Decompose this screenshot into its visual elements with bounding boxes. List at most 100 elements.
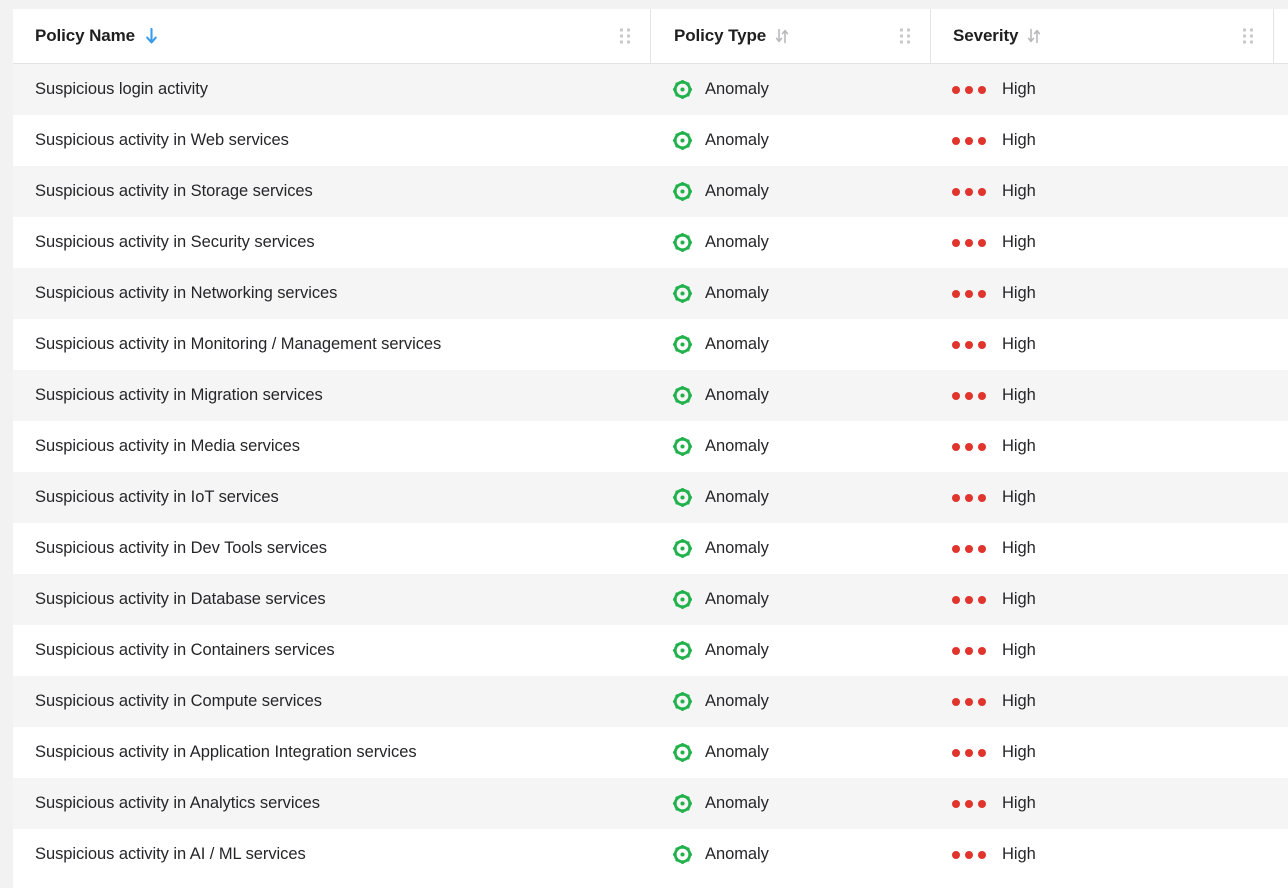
table-row[interactable]: Suspicious activity in Analytics service…	[13, 778, 1288, 829]
cell-severity: High	[930, 166, 1274, 217]
policy-type-text: Anomaly	[705, 488, 769, 506]
table-row[interactable]: Suspicious activity in Storage services …	[13, 166, 1288, 217]
policy-type-text: Anomaly	[705, 284, 769, 302]
cell-policy-type: Anomaly	[650, 64, 930, 115]
cell-policy-name[interactable]: Suspicious activity in Database services	[13, 574, 650, 625]
table-body: Suspicious login activity Anomaly High S…	[13, 64, 1288, 880]
severity-text: High	[1002, 386, 1036, 404]
policy-table: Policy Name Policy Type Severity Suspici…	[13, 9, 1288, 888]
cell-policy-name[interactable]: Suspicious activity in Monitoring / Mana…	[13, 319, 650, 370]
sort-updown-icon[interactable]	[775, 28, 789, 44]
severity-dots-icon	[952, 850, 986, 859]
policy-name-text: Suspicious login activity	[35, 80, 208, 98]
cell-severity: High	[930, 472, 1274, 523]
cell-policy-type: Anomaly	[650, 625, 930, 676]
drag-handle-icon[interactable]	[900, 28, 910, 44]
column-header-severity[interactable]: Severity	[930, 9, 1274, 63]
anomaly-atom-icon	[673, 80, 692, 99]
cell-policy-name[interactable]: Suspicious activity in Migration service…	[13, 370, 650, 421]
policy-type-text: Anomaly	[705, 641, 769, 659]
cell-policy-type: Anomaly	[650, 319, 930, 370]
cell-policy-type: Anomaly	[650, 574, 930, 625]
column-header-policy-type[interactable]: Policy Type	[650, 9, 930, 63]
severity-text: High	[1002, 233, 1036, 251]
severity-text: High	[1002, 335, 1036, 353]
severity-dots-icon	[952, 697, 986, 706]
table-row[interactable]: Suspicious activity in Application Integ…	[13, 727, 1288, 778]
drag-handle-icon[interactable]	[1243, 28, 1253, 44]
cell-policy-type: Anomaly	[650, 727, 930, 778]
table-row[interactable]: Suspicious activity in Dev Tools service…	[13, 523, 1288, 574]
table-row[interactable]: Suspicious activity in Web services Anom…	[13, 115, 1288, 166]
cell-severity: High	[930, 523, 1274, 574]
anomaly-atom-icon	[673, 743, 692, 762]
policy-name-text: Suspicious activity in Migration service…	[35, 386, 323, 404]
cell-policy-type: Anomaly	[650, 115, 930, 166]
cell-policy-name[interactable]: Suspicious activity in Web services	[13, 115, 650, 166]
policy-type-text: Anomaly	[705, 131, 769, 149]
policy-type-text: Anomaly	[705, 794, 769, 812]
severity-text: High	[1002, 845, 1036, 863]
severity-dots-icon	[952, 85, 986, 94]
table-row[interactable]: Suspicious activity in IoT services Anom…	[13, 472, 1288, 523]
cell-policy-name[interactable]: Suspicious activity in Media services	[13, 421, 650, 472]
cell-policy-name[interactable]: Suspicious activity in Security services	[13, 217, 650, 268]
cell-policy-type: Anomaly	[650, 370, 930, 421]
policy-name-text: Suspicious activity in Compute services	[35, 692, 322, 710]
table-row[interactable]: Suspicious activity in Security services…	[13, 217, 1288, 268]
cell-policy-name[interactable]: Suspicious activity in AI / ML services	[13, 829, 650, 880]
severity-text: High	[1002, 794, 1036, 812]
cell-policy-name[interactable]: Suspicious activity in Containers servic…	[13, 625, 650, 676]
cell-policy-name[interactable]: Suspicious activity in Compute services	[13, 676, 650, 727]
sort-updown-icon[interactable]	[1027, 28, 1041, 44]
cell-policy-name[interactable]: Suspicious activity in Application Integ…	[13, 727, 650, 778]
severity-dots-icon	[952, 340, 986, 349]
policy-type-text: Anomaly	[705, 233, 769, 251]
table-row[interactable]: Suspicious activity in Media services An…	[13, 421, 1288, 472]
cell-policy-type: Anomaly	[650, 472, 930, 523]
table-header-row: Policy Name Policy Type Severity	[13, 9, 1288, 64]
severity-text: High	[1002, 80, 1036, 98]
anomaly-atom-icon	[673, 437, 692, 456]
column-header-policy-type-label: Policy Type	[674, 26, 767, 45]
cell-severity: High	[930, 421, 1274, 472]
cell-policy-type: Anomaly	[650, 268, 930, 319]
cell-policy-name[interactable]: Suspicious activity in Storage services	[13, 166, 650, 217]
cell-severity: High	[930, 727, 1274, 778]
table-row[interactable]: Suspicious activity in Database services…	[13, 574, 1288, 625]
cell-policy-name[interactable]: Suspicious activity in IoT services	[13, 472, 650, 523]
cell-severity: High	[930, 217, 1274, 268]
cell-severity: High	[930, 319, 1274, 370]
cell-policy-type: Anomaly	[650, 523, 930, 574]
policy-type-text: Anomaly	[705, 743, 769, 761]
cell-policy-name[interactable]: Suspicious login activity	[13, 64, 650, 115]
column-header-policy-name-label: Policy Name	[35, 26, 136, 45]
column-header-policy-name[interactable]: Policy Name	[13, 9, 650, 63]
policy-type-text: Anomaly	[705, 590, 769, 608]
severity-dots-icon	[952, 238, 986, 247]
cell-policy-type: Anomaly	[650, 421, 930, 472]
cell-severity: High	[930, 778, 1274, 829]
policy-type-text: Anomaly	[705, 386, 769, 404]
anomaly-atom-icon	[673, 692, 692, 711]
table-row[interactable]: Suspicious activity in Networking servic…	[13, 268, 1288, 319]
cell-policy-name[interactable]: Suspicious activity in Analytics service…	[13, 778, 650, 829]
table-row[interactable]: Suspicious activity in AI / ML services …	[13, 829, 1288, 880]
anomaly-atom-icon	[673, 131, 692, 150]
drag-handle-icon[interactable]	[620, 28, 630, 44]
anomaly-atom-icon	[673, 233, 692, 252]
cell-policy-name[interactable]: Suspicious activity in Dev Tools service…	[13, 523, 650, 574]
cell-policy-name[interactable]: Suspicious activity in Networking servic…	[13, 268, 650, 319]
policy-name-text: Suspicious activity in Application Integ…	[35, 743, 417, 761]
policy-type-text: Anomaly	[705, 692, 769, 710]
table-row[interactable]: Suspicious activity in Monitoring / Mana…	[13, 319, 1288, 370]
arrow-down-icon[interactable]	[144, 27, 159, 45]
severity-text: High	[1002, 182, 1036, 200]
policy-type-text: Anomaly	[705, 80, 769, 98]
policy-name-text: Suspicious activity in Monitoring / Mana…	[35, 335, 442, 353]
table-row[interactable]: Suspicious activity in Containers servic…	[13, 625, 1288, 676]
table-row[interactable]: Suspicious activity in Migration service…	[13, 370, 1288, 421]
table-row[interactable]: Suspicious activity in Compute services …	[13, 676, 1288, 727]
cell-policy-type: Anomaly	[650, 217, 930, 268]
table-row[interactable]: Suspicious login activity Anomaly High	[13, 64, 1288, 115]
